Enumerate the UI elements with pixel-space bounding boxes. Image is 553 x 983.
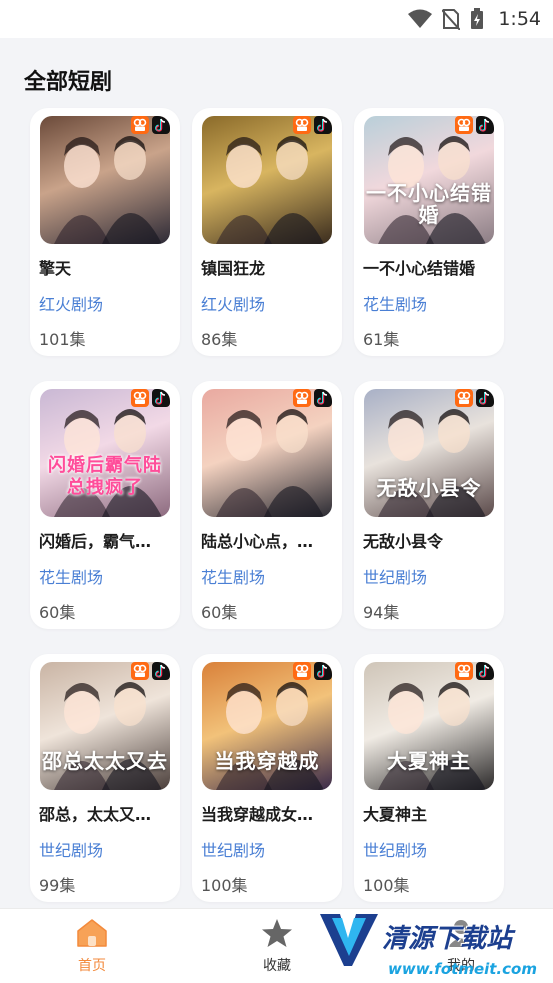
drama-cover-image[interactable]: 闪婚后霸气陆总拽疯了 bbox=[40, 389, 170, 517]
watermark-logo: 清源下载站 www.fotmeit.com bbox=[318, 912, 548, 982]
drama-source-link[interactable]: 花生剧场 bbox=[201, 564, 265, 588]
nav-favorites-label: 收藏 bbox=[263, 958, 291, 974]
section-title: 全部短剧 bbox=[24, 70, 113, 95]
drama-cover-image[interactable]: 无敌小县令 bbox=[364, 389, 494, 517]
platform-badges bbox=[293, 389, 332, 407]
douyin-icon bbox=[314, 662, 332, 680]
drama-source-link[interactable]: 世纪剧场 bbox=[201, 837, 265, 861]
drama-cover-image[interactable]: 当我穿越成 bbox=[202, 662, 332, 790]
drama-episode-count: 99集 bbox=[39, 876, 76, 895]
platform-badges bbox=[131, 389, 170, 407]
drama-card[interactable]: 无敌小县令 无敌小县令 世纪剧场 94集 bbox=[354, 381, 504, 629]
home-icon bbox=[76, 917, 108, 949]
drama-episode-count: 60集 bbox=[39, 603, 76, 622]
drama-cover-image[interactable] bbox=[40, 116, 170, 244]
watermark-emblem-icon bbox=[320, 914, 378, 966]
drama-card[interactable]: 邵总太太又去 邵总，太太又… 世纪剧场 99集 bbox=[30, 654, 180, 902]
drama-source-link[interactable]: 红火剧场 bbox=[39, 291, 103, 315]
drama-card[interactable]: 一不小心结错婚 一不小心结错婚 花生剧场 61集 bbox=[354, 108, 504, 356]
drama-episode-count: 61集 bbox=[363, 330, 400, 349]
drama-cover-image[interactable]: 邵总太太又去 bbox=[40, 662, 170, 790]
kuaishou-icon bbox=[293, 389, 311, 407]
douyin-icon bbox=[152, 389, 170, 407]
douyin-icon bbox=[152, 116, 170, 134]
drama-episode-count: 94集 bbox=[363, 603, 400, 622]
kuaishou-icon bbox=[455, 662, 473, 680]
platform-badges bbox=[455, 389, 494, 407]
drama-source-link[interactable]: 世纪剧场 bbox=[363, 564, 427, 588]
drama-title[interactable]: 陆总小心点，… bbox=[201, 528, 335, 552]
kuaishou-icon bbox=[293, 662, 311, 680]
drama-source-link[interactable]: 花生剧场 bbox=[39, 564, 103, 588]
kuaishou-icon bbox=[455, 116, 473, 134]
drama-cover-text: 一不小心结错婚 bbox=[366, 181, 492, 227]
drama-card[interactable]: 擎天 红火剧场 101集 bbox=[30, 108, 180, 356]
drama-cover-text: 大夏神主 bbox=[387, 749, 471, 773]
drama-episode-count: 101集 bbox=[39, 330, 86, 349]
drama-card[interactable]: 镇国狂龙 红火剧场 86集 bbox=[192, 108, 342, 356]
watermark-url: www.fotmeit.com bbox=[388, 960, 537, 978]
drama-cover-text: 当我穿越成 bbox=[214, 749, 320, 773]
drama-title[interactable]: 无敌小县令 bbox=[363, 528, 497, 552]
main-content[interactable]: 全部短剧 擎天 红火剧场 101集 镇国狂龙 红火剧场 86集 一不小心结错婚 … bbox=[0, 38, 553, 908]
cover-figures bbox=[216, 136, 324, 244]
drama-episode-count: 60集 bbox=[201, 603, 238, 622]
nav-home-label: 首页 bbox=[78, 958, 106, 974]
douyin-icon bbox=[476, 389, 494, 407]
drama-card[interactable]: 闪婚后霸气陆总拽疯了 闪婚后，霸气… 花生剧场 60集 bbox=[30, 381, 180, 629]
drama-card[interactable]: 当我穿越成 当我穿越成女… 世纪剧场 100集 bbox=[192, 654, 342, 902]
battery-charging-icon bbox=[470, 8, 484, 30]
drama-cover-text: 闪婚后霸气陆总拽疯了 bbox=[48, 455, 162, 498]
platform-badges bbox=[293, 662, 332, 680]
drama-title[interactable]: 一不小心结错婚 bbox=[363, 255, 497, 279]
no-sim-icon bbox=[442, 8, 461, 30]
nav-home[interactable]: 首页 bbox=[47, 909, 137, 983]
drama-title[interactable]: 邵总，太太又… bbox=[39, 801, 173, 825]
drama-episode-count: 86集 bbox=[201, 330, 238, 349]
drama-source-link[interactable]: 世纪剧场 bbox=[39, 837, 103, 861]
drama-title[interactable]: 当我穿越成女… bbox=[201, 801, 335, 825]
drama-cover-text: 邵总太太又去 bbox=[42, 749, 168, 773]
kuaishou-icon bbox=[131, 662, 149, 680]
status-time: 1:54 bbox=[498, 8, 541, 30]
drama-cover-image[interactable] bbox=[202, 389, 332, 517]
kuaishou-icon bbox=[293, 116, 311, 134]
wifi-icon bbox=[408, 9, 433, 29]
drama-cover-image[interactable]: 一不小心结错婚 bbox=[364, 116, 494, 244]
kuaishou-icon bbox=[455, 389, 473, 407]
nav-favorites[interactable]: 收藏 bbox=[232, 909, 322, 983]
drama-source-link[interactable]: 世纪剧场 bbox=[363, 837, 427, 861]
douyin-icon bbox=[476, 116, 494, 134]
drama-card[interactable]: 陆总小心点，… 花生剧场 60集 bbox=[192, 381, 342, 629]
drama-title[interactable]: 镇国狂龙 bbox=[201, 255, 335, 279]
cover-figures bbox=[216, 409, 324, 517]
star-icon bbox=[261, 917, 293, 949]
watermark-title: 清源下载站 bbox=[382, 924, 513, 954]
drama-episode-count: 100集 bbox=[201, 876, 248, 895]
drama-episode-count: 100集 bbox=[363, 876, 410, 895]
drama-cover-text: 无敌小县令 bbox=[376, 476, 482, 500]
status-bar: 1:54 bbox=[0, 0, 553, 38]
drama-cover-image[interactable] bbox=[202, 116, 332, 244]
drama-source-link[interactable]: 红火剧场 bbox=[201, 291, 265, 315]
douyin-icon bbox=[476, 662, 494, 680]
drama-title[interactable]: 擎天 bbox=[39, 255, 173, 279]
cover-figures bbox=[54, 136, 162, 244]
platform-badges bbox=[455, 116, 494, 134]
platform-badges bbox=[293, 116, 332, 134]
platform-badges bbox=[131, 662, 170, 680]
drama-cover-image[interactable]: 大夏神主 bbox=[364, 662, 494, 790]
kuaishou-icon bbox=[131, 389, 149, 407]
drama-source-link[interactable]: 花生剧场 bbox=[363, 291, 427, 315]
drama-title[interactable]: 大夏神主 bbox=[363, 801, 497, 825]
kuaishou-icon bbox=[131, 116, 149, 134]
douyin-icon bbox=[152, 662, 170, 680]
platform-badges bbox=[131, 116, 170, 134]
douyin-icon bbox=[314, 389, 332, 407]
platform-badges bbox=[455, 662, 494, 680]
drama-title[interactable]: 闪婚后，霸气… bbox=[39, 528, 173, 552]
douyin-icon bbox=[314, 116, 332, 134]
drama-card[interactable]: 大夏神主 大夏神主 世纪剧场 100集 bbox=[354, 654, 504, 902]
